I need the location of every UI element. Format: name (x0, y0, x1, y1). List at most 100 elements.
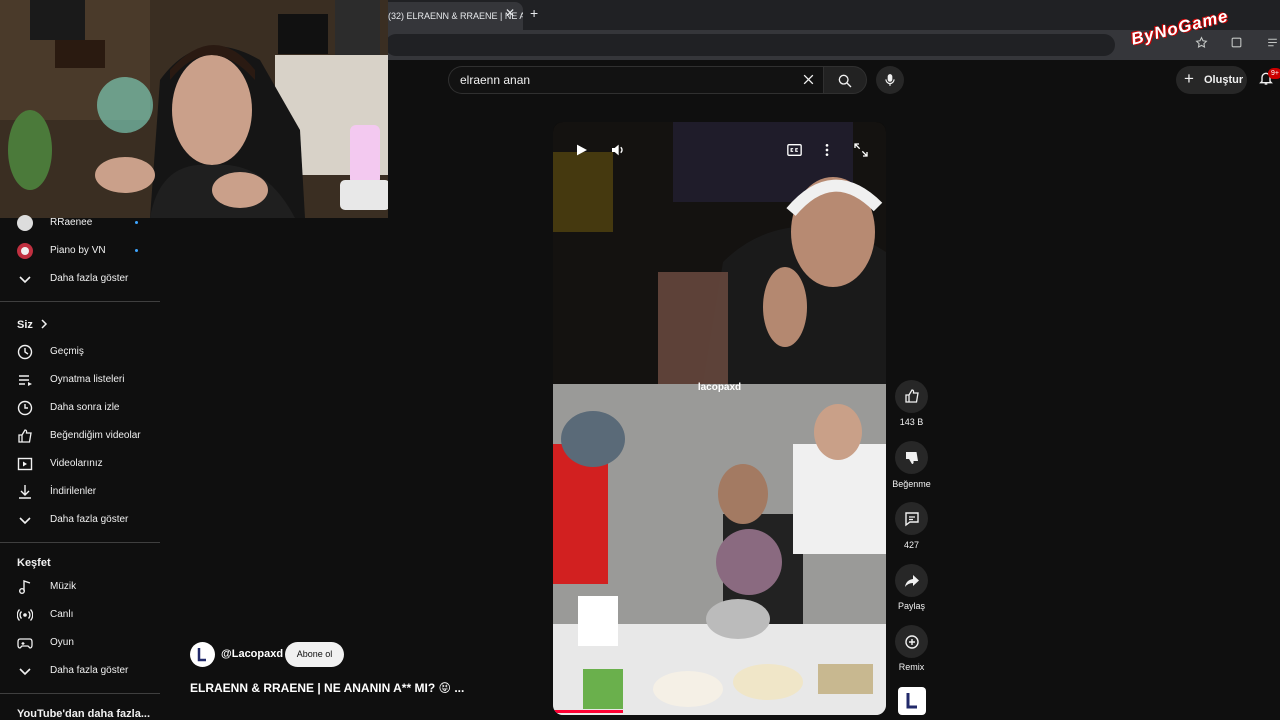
search-icon (838, 74, 852, 88)
sidebar-heading-explore: Keşfet (17, 557, 51, 569)
share-button[interactable] (895, 564, 928, 597)
sidebar-item-show-more-subscriptions[interactable]: Daha fazla göster (0, 265, 160, 293)
sidebar-item-label: Daha fazla göster (50, 514, 129, 525)
sidebar-item-label: Geçmiş (50, 346, 84, 357)
search-input[interactable]: elraenn anan (460, 73, 530, 87)
comment-count: 427 (903, 540, 920, 550)
comment-icon (905, 512, 919, 527)
sidebar-item-label: Müzik (50, 581, 77, 592)
like-button[interactable] (895, 380, 928, 413)
volume-icon[interactable] (610, 142, 626, 158)
notification-badge: 9+ (1268, 68, 1280, 79)
remix-label: Remix (898, 662, 925, 672)
address-bar[interactable] (385, 34, 1115, 56)
gamepad-icon (17, 638, 33, 649)
music-icon (19, 580, 31, 594)
browser-tab-title: (32) ELRAENN & RRAENE | NE A (388, 11, 523, 21)
progress-bar[interactable] (553, 710, 623, 713)
channel-avatar-icon (17, 243, 33, 259)
sidebar-heading-you[interactable]: Siz (17, 318, 48, 331)
subscribe-button[interactable]: Abone ol (285, 642, 344, 667)
thumbs-down-icon (906, 452, 918, 464)
sidebar-divider (0, 301, 160, 302)
sidebar-item-playlists[interactable]: Oynatma listeleri (0, 366, 160, 394)
create-label: Oluştur (1204, 74, 1244, 86)
sidebar-item-liked-videos[interactable]: Beğendiğim videolar (0, 422, 160, 450)
webcam-overlay (0, 0, 388, 218)
webcam-image (0, 0, 388, 218)
you-heading-label: Siz (17, 319, 33, 331)
captions-icon[interactable] (786, 142, 803, 158)
dislike-button[interactable] (895, 441, 928, 474)
remix-icon (905, 635, 919, 649)
sidebar-item-label: Beğendiğim videolar (50, 430, 141, 441)
sidebar-item-your-videos[interactable]: Videolarınız (0, 450, 160, 478)
sidebar-item-label: Videolarınız (50, 458, 103, 469)
tab-close-icon[interactable]: ✕ (505, 6, 515, 20)
sidebar-item-label: Daha fazla göster (50, 665, 129, 676)
new-tab-button[interactable]: + (530, 5, 538, 21)
sidebar-item-downloads[interactable]: İndirilenler (0, 478, 160, 506)
live-icon (17, 609, 33, 621)
channel-thumbnail[interactable] (898, 687, 926, 715)
clear-search-icon[interactable] (802, 73, 815, 86)
play-icon[interactable] (573, 142, 589, 158)
sidebar-item-music[interactable]: Müzik (0, 573, 160, 601)
channel-logo-icon (197, 648, 206, 662)
playlist-icon (19, 375, 32, 386)
sidebar-item-label: Oynatma listeleri (50, 374, 125, 385)
voice-search-button[interactable] (876, 66, 904, 94)
channel-avatar[interactable] (190, 642, 215, 667)
clock-icon (17, 400, 33, 416)
sidebar-item-gaming[interactable]: Oyun (0, 629, 160, 657)
channel-handle[interactable]: @Lacopaxd (221, 648, 283, 660)
sidebar-heading-more-from-youtube: YouTube'dan daha fazla... (17, 708, 150, 720)
sidebar: RRaenee Piano by VN Daha fazla göster Si… (0, 215, 160, 720)
sidebar-divider (0, 542, 160, 543)
microphone-icon (885, 74, 895, 86)
dislike-label: Beğenme (892, 479, 931, 489)
like-count: 143 B (899, 417, 924, 427)
sidebar-item-label: Canlı (50, 609, 74, 620)
comments-button[interactable] (895, 502, 928, 535)
thumbs-up-icon (18, 429, 32, 443)
short-video-player[interactable]: lacopaxd (553, 122, 886, 715)
channel-logo-icon (906, 693, 917, 709)
browser-tab[interactable]: (32) ELRAENN & RRAENE | NE A (378, 2, 523, 30)
sidebar-item-history[interactable]: Geçmiş (0, 338, 160, 366)
chevron-down-icon (19, 668, 31, 676)
video-title[interactable]: ELRAENN & RRAENE | NE ANANIN A** MI? 😝 .… (190, 681, 464, 695)
search-button[interactable] (823, 66, 867, 94)
remix-button[interactable] (895, 625, 928, 658)
more-options-icon[interactable] (819, 142, 835, 158)
sidebar-item-label: Daha fazla göster (50, 273, 129, 284)
create-button[interactable]: + Oluştur (1176, 66, 1247, 94)
download-icon (19, 485, 31, 499)
sidebar-item-label: Oyun (50, 637, 74, 648)
sidebar-item-live[interactable]: Canlı (0, 601, 160, 629)
new-content-dot (135, 249, 138, 252)
video-overlay-handle: lacopaxd (697, 382, 742, 393)
extensions-icon[interactable] (1230, 36, 1243, 49)
screen: (32) ELRAENN & RRAENE | NE A ✕ + elraenn… (0, 0, 1280, 720)
bookmark-star-icon[interactable] (1195, 36, 1208, 49)
video-icon (17, 457, 33, 471)
history-icon (17, 344, 33, 360)
channel-avatar-icon (17, 215, 33, 231)
sidebar-divider (0, 693, 160, 694)
chevron-down-icon (19, 517, 31, 525)
sidebar-item-watch-later[interactable]: Daha sonra izle (0, 394, 160, 422)
sidebar-item-label: Piano by VN (50, 245, 106, 256)
video-frame-top (553, 122, 886, 384)
new-content-dot (135, 221, 138, 224)
chevron-right-icon (41, 319, 48, 329)
sidebar-item-show-more-explore[interactable]: Daha fazla göster (0, 657, 160, 685)
sidebar-item-rraenee[interactable]: RRaenee (0, 209, 160, 237)
sidebar-item-show-more-you[interactable]: Daha fazla göster (0, 506, 160, 534)
share-label: Paylaş (897, 601, 925, 611)
sidebar-item-label: İndirilenler (50, 486, 97, 497)
sidebar-item-piano-by-vn[interactable]: Piano by VN (0, 237, 160, 265)
fullscreen-icon[interactable] (853, 142, 869, 158)
plus-icon: + (1184, 69, 1194, 88)
reading-list-icon[interactable] (1266, 36, 1279, 49)
